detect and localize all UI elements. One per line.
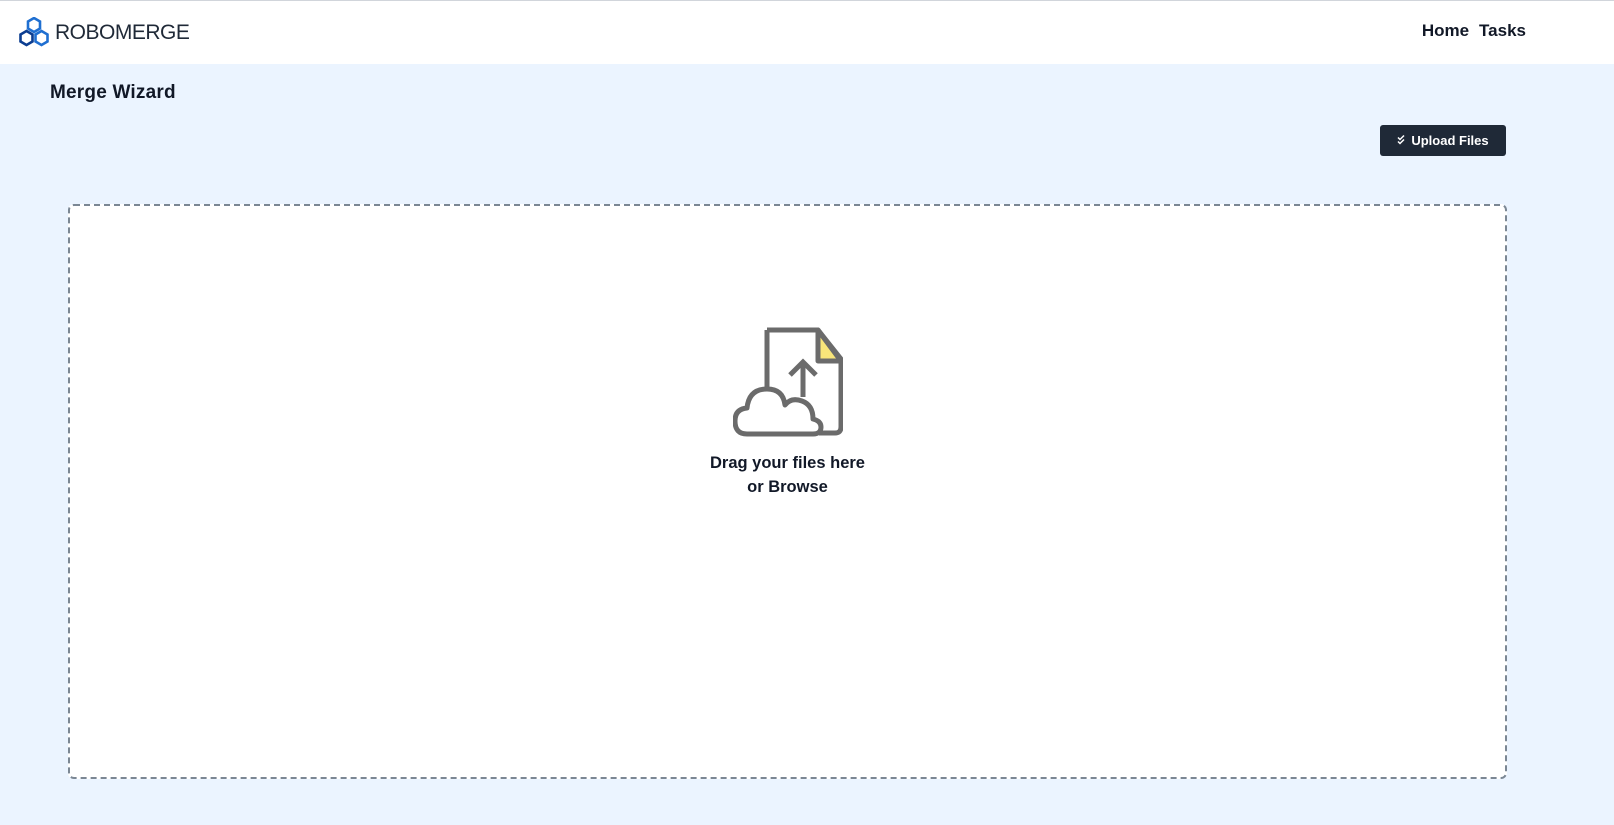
upload-files-label: Upload Files <box>1411 133 1489 148</box>
brand-logo[interactable]: ROBOMERGE <box>18 16 190 50</box>
double-check-icon <box>1397 134 1408 147</box>
file-dropzone[interactable]: Drag your files here or Browse <box>68 204 1507 779</box>
hexagon-cluster-icon <box>19 17 49 47</box>
upload-files-button[interactable]: Upload Files <box>1380 125 1506 156</box>
dropzone-content: Drag your files here or Browse <box>70 327 1505 499</box>
top-navbar: ROBOMERGE Home Tasks <box>0 0 1614 64</box>
nav-home-link[interactable]: Home <box>1422 21 1469 41</box>
brand-name: ROBOMERGE <box>55 21 190 44</box>
page-title: Merge Wizard <box>50 82 176 103</box>
main-nav: Home Tasks <box>1422 21 1526 41</box>
dropzone-instructions: Drag your files here or Browse <box>710 451 865 499</box>
nav-tasks-link[interactable]: Tasks <box>1479 21 1526 41</box>
dropzone-line1: Drag your files here <box>710 454 865 472</box>
browse-link[interactable]: or Browse <box>710 475 865 499</box>
cloud-upload-document-icon <box>732 327 843 437</box>
